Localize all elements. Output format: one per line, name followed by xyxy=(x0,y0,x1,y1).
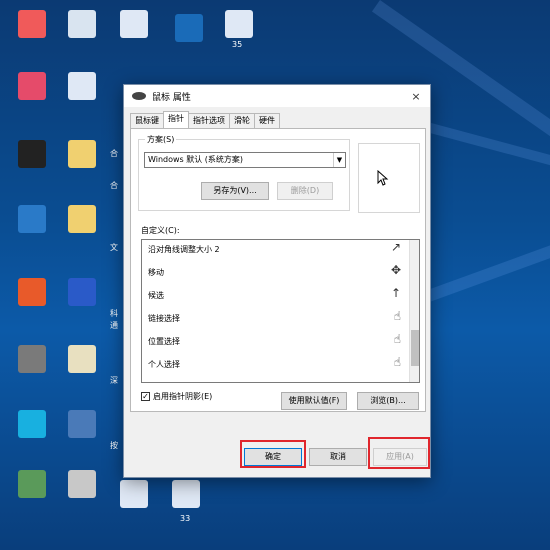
pointer-preview xyxy=(358,143,420,213)
desktop-label: 合 xyxy=(110,149,118,158)
list-item-label: 候选 xyxy=(148,291,164,300)
desktop-app-icon[interactable] xyxy=(18,205,46,233)
desktop-app-icon[interactable] xyxy=(68,470,96,498)
desktop-app-icon[interactable] xyxy=(18,278,46,306)
desktop-mail-icon[interactable] xyxy=(68,10,96,38)
desktop-app-icon[interactable] xyxy=(18,410,46,438)
dialog-title: 鼠标 属性 xyxy=(152,92,191,103)
diagonal-resize-icon: ↗ xyxy=(390,240,401,254)
customize-label: 自定义(C): xyxy=(141,226,180,235)
list-item-label: 沿对角线调整大小 2 xyxy=(148,245,220,254)
desktop-folder-icon[interactable] xyxy=(68,140,96,168)
mouse-properties-dialog: 鼠标 属性 × 鼠标键 指针 指针选项 滑轮 硬件 方案(S) Windows … xyxy=(123,84,431,478)
desktop-app-icon[interactable] xyxy=(18,10,46,38)
arrow-cursor-icon xyxy=(377,170,389,186)
tab-wheel[interactable]: 滑轮 xyxy=(229,113,255,128)
desktop-label: 33 xyxy=(180,514,191,523)
scrollbar-thumb[interactable] xyxy=(411,330,419,366)
list-item-label: 位置选择 xyxy=(148,337,180,346)
desktop-app-icon[interactable] xyxy=(68,410,96,438)
desktop-label: 合 xyxy=(110,181,118,190)
desktop-app-icon[interactable] xyxy=(68,278,96,306)
tab-buttons[interactable]: 鼠标键 xyxy=(130,113,164,128)
list-item-label: 链接选择 xyxy=(148,314,180,323)
scheme-selected-value: Windows 默认 (系统方案) xyxy=(148,155,244,164)
desktop-label: 按 xyxy=(110,441,118,450)
hand-icon: ☝ xyxy=(393,309,401,323)
desktop-label: 通 xyxy=(110,321,118,330)
scheme-group: 方案(S) Windows 默认 (系统方案) ▼ 另存为(V)... 删除(D… xyxy=(138,134,350,211)
ok-button-highlight xyxy=(240,440,306,468)
desktop-label: 深 xyxy=(110,376,118,385)
desktop-file-icon[interactable] xyxy=(225,10,253,38)
desktop-word-icon[interactable] xyxy=(120,10,148,38)
desktop-label: 文 xyxy=(110,243,118,252)
mouse-icon xyxy=(132,92,146,100)
tab-hardware[interactable]: 硬件 xyxy=(254,113,280,128)
desktop-file-icon[interactable] xyxy=(68,72,96,100)
tab-pointer-options[interactable]: 指针选项 xyxy=(188,113,230,128)
list-item[interactable]: 移动 xyxy=(148,267,164,278)
pointer-list[interactable]: 沿对角线调整大小 2 ↗ 移动 ✥ 候选 ↑ 链接选择 ☝ 位置选择 ☝ 个人选… xyxy=(141,239,420,383)
list-item[interactable]: 沿对角线调整大小 2 xyxy=(148,244,220,255)
list-item[interactable]: 候选 xyxy=(148,290,164,301)
list-item-label: 移动 xyxy=(148,268,164,277)
apply-button-highlight xyxy=(368,437,430,469)
list-scrollbar[interactable] xyxy=(409,240,419,382)
desktop-file-icon[interactable] xyxy=(172,480,200,508)
desktop-label: 35 xyxy=(232,40,243,49)
tab-bar: 鼠标键 指针 指针选项 滑轮 硬件 xyxy=(130,111,280,128)
enable-shadow-checkbox[interactable]: ✓ xyxy=(141,392,150,401)
close-icon[interactable]: × xyxy=(402,90,430,103)
chevron-down-icon[interactable]: ▼ xyxy=(333,153,345,167)
desktop-app-icon[interactable] xyxy=(18,470,46,498)
desktop-app-icon[interactable] xyxy=(18,140,46,168)
use-default-button[interactable]: 使用默认值(F) xyxy=(281,392,347,410)
enable-shadow-label: 启用指针阴影(E) xyxy=(153,392,213,401)
list-item[interactable]: 链接选择 xyxy=(148,313,180,324)
scheme-label: 方案(S) xyxy=(145,134,177,145)
desktop-folder-icon[interactable] xyxy=(68,345,96,373)
location-select-icon: ☝ xyxy=(393,332,401,346)
scheme-dropdown[interactable]: Windows 默认 (系统方案) ▼ xyxy=(144,152,346,168)
person-select-icon: ☝ xyxy=(393,355,401,369)
list-item-label: 个人选择 xyxy=(148,360,180,369)
tab-pointers[interactable]: 指针 xyxy=(163,111,189,128)
browse-button[interactable]: 浏览(B)... xyxy=(357,392,419,410)
title-bar[interactable]: 鼠标 属性 × xyxy=(124,85,430,107)
desktop-folder-icon[interactable] xyxy=(68,205,96,233)
desktop-app-icon[interactable] xyxy=(18,345,46,373)
cancel-button[interactable]: 取消 xyxy=(309,448,367,466)
enable-shadow-option[interactable]: ✓ 启用指针阴影(E) xyxy=(141,391,212,402)
desktop-word-icon[interactable] xyxy=(120,480,148,508)
pointers-panel: 方案(S) Windows 默认 (系统方案) ▼ 另存为(V)... 删除(D… xyxy=(130,128,426,412)
list-item[interactable]: 位置选择 xyxy=(148,336,180,347)
list-item[interactable]: 个人选择 xyxy=(148,359,180,370)
move-icon: ✥ xyxy=(390,263,401,277)
save-as-button[interactable]: 另存为(V)... xyxy=(201,182,269,200)
desktop-file-icon[interactable] xyxy=(175,14,203,42)
alternate-select-icon: ↑ xyxy=(390,286,401,300)
delete-button[interactable]: 删除(D) xyxy=(277,182,333,200)
desktop-label: 科 xyxy=(110,309,118,318)
desktop-app-icon[interactable] xyxy=(18,72,46,100)
